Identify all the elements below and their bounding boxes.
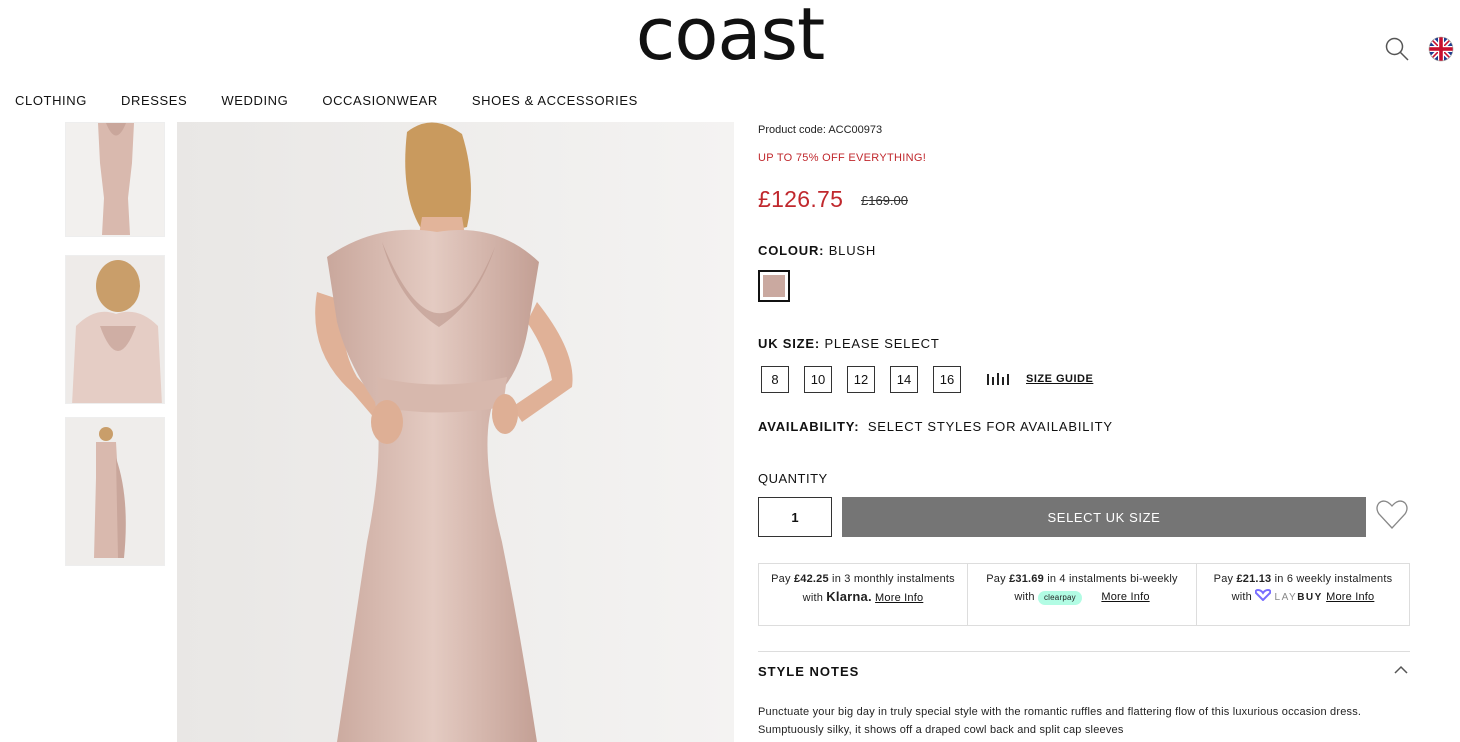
size-row: UK SIZE: PLEASE SELECT	[758, 336, 940, 351]
klarna-option: Pay £42.25 in 3 monthly instalments with…	[759, 564, 968, 625]
search-icon[interactable]	[1384, 36, 1410, 62]
colour-value: BLUSH	[828, 243, 877, 258]
colour-swatch-blush[interactable]	[758, 270, 790, 302]
laybuy-more-info-link[interactable]: More Info	[1326, 591, 1374, 603]
promo-banner: UP TO 75% OFF EVERYTHING!	[758, 152, 927, 164]
size-guide-link[interactable]: SIZE GUIDE	[986, 372, 1093, 386]
size-label: UK SIZE:	[758, 336, 821, 351]
original-price: £169.00	[861, 193, 908, 208]
swatch-fill	[763, 275, 785, 297]
product-thumbnail[interactable]	[65, 122, 165, 237]
nav-item-shoes-accessories[interactable]: SHOES & ACCESSORIES	[472, 93, 638, 108]
product-code: Product code: ACC00973	[758, 124, 883, 136]
laybuy-logo-light: LAY	[1274, 592, 1298, 603]
quantity-label: QUANTITY	[758, 471, 828, 486]
nav-item-occasionwear[interactable]: OCCASIONWEAR	[322, 93, 438, 108]
size-guide-label: SIZE GUIDE	[1026, 373, 1094, 385]
laybuy-pre: Pay	[1213, 573, 1237, 585]
klarna-amount: £42.25	[793, 573, 829, 585]
colour-label: COLOUR:	[758, 243, 825, 258]
style-notes-title[interactable]: STYLE NOTES	[758, 664, 859, 679]
nav-item-clothing[interactable]: CLOTHING	[15, 93, 87, 108]
availability-row: AVAILABILITY: SELECT STYLES FOR AVAILABI…	[758, 419, 1113, 434]
heart-icon[interactable]	[1375, 498, 1409, 532]
style-notes-text: Punctuate your big day in truly special …	[758, 706, 1362, 736]
chevron-up-icon[interactable]	[1393, 662, 1409, 678]
main-nav: CLOTHING DRESSES WEDDING OCCASIONWEAR SH…	[15, 93, 638, 108]
brand-logo[interactable]: coast	[0, 0, 1460, 74]
clearpay-pre: Pay	[986, 573, 1010, 585]
section-divider	[758, 651, 1410, 652]
size-option-8[interactable]: 8	[761, 366, 789, 393]
size-option-14[interactable]: 14	[890, 366, 918, 393]
sale-price: £126.75	[758, 186, 844, 212]
size-option-10[interactable]: 10	[804, 366, 832, 393]
quantity-input[interactable]: 1	[758, 497, 832, 537]
payment-options: Pay £42.25 in 3 monthly instalments with…	[758, 563, 1410, 626]
add-to-bag-button[interactable]: SELECT UK SIZE	[842, 497, 1366, 537]
product-thumbnail[interactable]	[65, 255, 165, 404]
laybuy-heart-icon	[1255, 588, 1272, 602]
size-options: 8 10 12 14 16	[761, 366, 961, 393]
size-option-16[interactable]: 16	[933, 366, 961, 393]
uk-flag-icon[interactable]	[1428, 36, 1454, 62]
laybuy-logo: LAYBUY	[1275, 592, 1323, 603]
ruler-icon	[987, 373, 1009, 385]
laybuy-logo-bold: BUY	[1297, 592, 1323, 603]
size-option-12[interactable]: 12	[847, 366, 875, 393]
clearpay-amount: £31.69	[1009, 573, 1044, 585]
clearpay-logo: clearpay	[1037, 591, 1082, 605]
laybuy-amount: £21.13	[1236, 573, 1272, 585]
klarna-logo: Klarna.	[826, 589, 872, 604]
product-thumbnail[interactable]	[65, 417, 165, 566]
availability-label: AVAILABILITY:	[758, 419, 860, 434]
nav-item-dresses[interactable]: DRESSES	[121, 93, 187, 108]
klarna-pre: Pay	[771, 573, 794, 585]
nav-item-wedding[interactable]: WEDDING	[221, 93, 288, 108]
colour-row: COLOUR: BLUSH	[758, 243, 876, 258]
klarna-more-info-link[interactable]: More Info	[875, 592, 923, 604]
clearpay-option: Pay £31.69 in 4 instalments bi-weekly wi…	[968, 564, 1197, 625]
laybuy-option: Pay £21.13 in 6 weekly instalments with …	[1197, 564, 1409, 625]
main-product-image[interactable]	[177, 122, 734, 742]
clearpay-more-info-link[interactable]: More Info	[1101, 591, 1149, 603]
availability-value: SELECT STYLES FOR AVAILABILITY	[867, 419, 1113, 434]
size-value: PLEASE SELECT	[824, 336, 940, 351]
header-icons	[1384, 36, 1454, 62]
